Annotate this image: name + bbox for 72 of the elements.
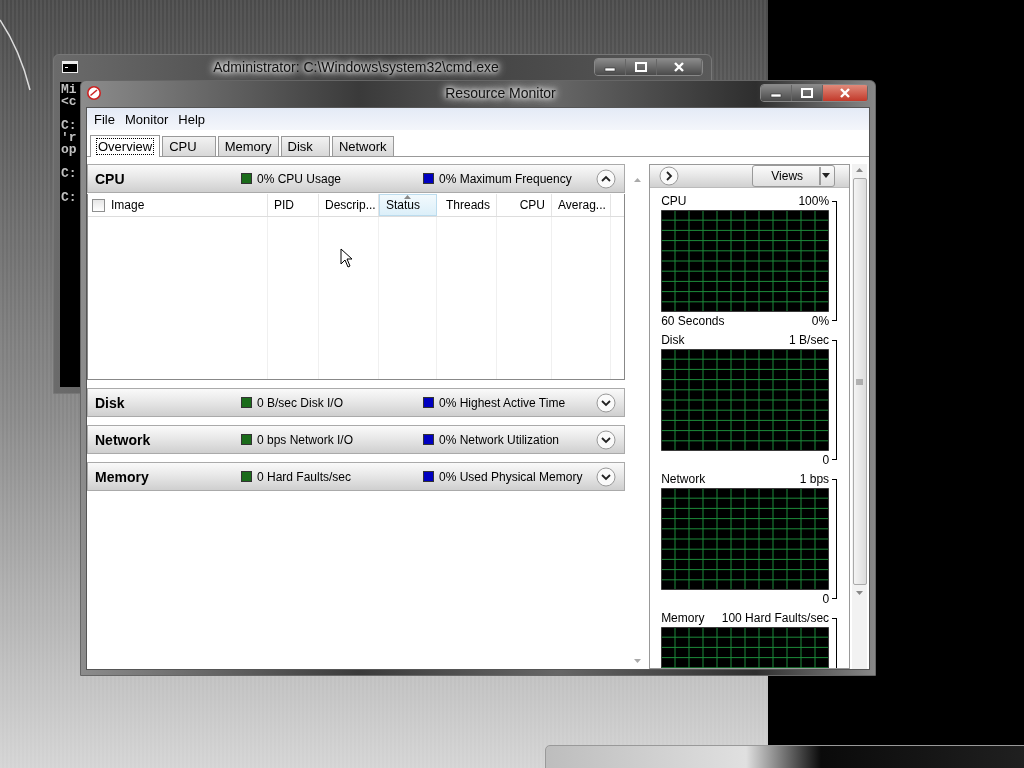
scale-label: 0 (822, 453, 830, 467)
section-header[interactable]: Disk 0 B/sec Disk I/O 0% Highest Active Time (87, 388, 626, 417)
menu-item[interactable]: Help (173, 109, 211, 129)
console-text: 'r (60, 132, 77, 144)
sort-arrow-icon (404, 195, 411, 199)
graph-title: Network (661, 472, 706, 486)
console-text: C: (60, 168, 77, 180)
section-title: CPU (95, 170, 126, 187)
scale-label: 100% (798, 194, 830, 208)
section-header[interactable]: Memory 0 Hard Faults/sec 0% Used Physical Memory (87, 462, 626, 491)
console-text: C: (60, 120, 77, 132)
scale-label: 1 bps (799, 472, 830, 486)
section-title: Network (95, 431, 152, 448)
console-text: <c (60, 96, 77, 108)
column-header[interactable]: PID (268, 194, 319, 216)
column-header[interactable]: Image (88, 194, 268, 216)
cursor-icon (340, 248, 353, 268)
menu-item[interactable]: Monitor (119, 109, 174, 129)
caret-icon (819, 167, 832, 185)
scrollbar[interactable] (852, 164, 867, 669)
section-header[interactable]: Network 0 bps Network I/O 0% Network Utilization (87, 425, 626, 454)
minimize-icon[interactable] (761, 85, 792, 101)
tab[interactable]: Memory (217, 136, 279, 156)
scale-label: 0% (811, 314, 830, 328)
tab[interactable]: Network (331, 136, 394, 156)
scroll-down-icon[interactable] (856, 591, 864, 595)
maximize-icon[interactable] (626, 59, 657, 75)
column-header[interactable]: Threads (437, 194, 497, 216)
column-header[interactable]: Averag... (552, 194, 611, 216)
grip-icon (856, 378, 864, 385)
console-text: Mi (60, 84, 77, 96)
console-text: op (60, 144, 77, 156)
metric-label: 0% Used Physical Memory (439, 469, 583, 484)
collapse-icon[interactable] (596, 168, 617, 189)
console-text: C: (60, 192, 77, 204)
graph-title: Memory (661, 611, 705, 625)
column-header[interactable]: CPU (497, 194, 552, 216)
checkbox[interactable] (92, 198, 105, 212)
maximize-icon[interactable] (792, 85, 823, 101)
section-header[interactable]: CPU 0% CPU Usage 0% Maximum Frequency (87, 164, 626, 193)
metric-label: 0% Network Utilization (439, 432, 560, 447)
scale-label: 1 B/sec (789, 333, 830, 347)
console-icon (62, 61, 78, 73)
time-span-label: 60 Seconds (661, 314, 725, 328)
section-title: Disk (95, 394, 126, 411)
graph-title: CPU (661, 194, 687, 208)
metric-label: 0% CPU Usage (257, 171, 342, 186)
tab[interactable]: CPU (162, 136, 216, 156)
metric-label: 0 Hard Faults/sec (257, 469, 352, 484)
tab[interactable]: Disk (280, 136, 330, 156)
menu-item[interactable]: File (89, 109, 120, 129)
expand-icon[interactable] (596, 466, 617, 487)
scale-label: 100 Hard Faults/sec (721, 611, 830, 625)
window-title: Resource Monitor (109, 85, 752, 101)
close-icon[interactable] (823, 85, 868, 101)
metric-label: 0% Highest Active Time (439, 395, 566, 410)
column-header[interactable]: Status (379, 194, 437, 216)
expand-icon[interactable] (596, 392, 617, 413)
scale-label: 0 (822, 592, 830, 606)
graph-title: Disk (661, 333, 685, 347)
close-icon[interactable] (657, 59, 702, 75)
section-title: Memory (95, 468, 150, 485)
metric-label: 0% Maximum Frequency (439, 171, 572, 186)
metric-label: 0 bps Network I/O (257, 432, 354, 447)
scroll-up-icon[interactable] (856, 168, 864, 172)
scroll-thumb[interactable] (852, 178, 867, 585)
expand-icon[interactable] (596, 429, 617, 450)
tab[interactable]: Overview (90, 135, 161, 157)
expand-right-icon[interactable] (659, 166, 680, 186)
minimize-icon[interactable] (595, 59, 626, 75)
metric-label: 0 B/sec Disk I/O (257, 395, 344, 410)
views-button[interactable]: Views (752, 165, 836, 187)
